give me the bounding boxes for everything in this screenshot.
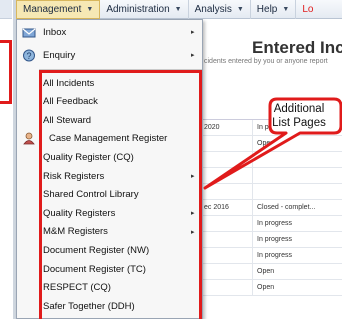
status-cell: Closed - complet... [252,199,342,216]
previous-screenshot-fragment [0,0,16,319]
menu-item-label: Enquiry [43,49,76,61]
status-cell [252,167,342,184]
status-cell: Open [252,279,342,296]
menu-help[interactable]: Help ▼ [251,0,297,19]
menu-management[interactable]: Management ▼ [16,0,101,19]
menu-item-enquiry[interactable]: ? Enquiry ▸ [17,46,202,64]
status-cell: In progress [252,247,342,264]
menu-administration-label: Administration [106,3,170,15]
submenu-arrow-icon: ▸ [191,52,195,59]
callout-line-1: Additional [273,103,325,115]
main-menubar: Management ▼ Administration ▼ Analysis ▼… [16,0,342,19]
menu-logout-label: Lo [302,3,314,15]
inbox-icon [22,28,36,37]
table-row[interactable]: In progress [202,231,342,248]
status-cell [252,151,342,168]
table-row[interactable]: In progress [202,215,342,232]
callout-line-2: List Pages [272,117,326,129]
application-window: Management ▼ Administration ▼ Analysis ▼… [16,0,342,319]
menu-item-label: Inbox [43,26,67,38]
chevron-down-icon: ▼ [86,5,94,13]
submenu-arrow-icon: ▸ [191,29,195,36]
date-cell: ec 2016 [204,204,229,211]
table-row[interactable]: Open [202,263,342,280]
menu-logout[interactable]: Lo [296,0,319,19]
menu-management-label: Management [23,3,82,15]
page-title: Entered Inci [252,38,342,57]
table-row[interactable]: Open [202,135,342,152]
highlight-box [39,70,202,319]
chevron-down-icon: ▼ [282,5,290,13]
screenshot-stage: Management ▼ Administration ▼ Analysis ▼… [0,0,342,319]
status-cell: Open [252,135,342,152]
menu-help-label: Help [256,3,278,15]
table-row[interactable]: Open [202,279,342,296]
menu-analysis-label: Analysis [194,3,232,15]
status-cell [252,183,342,200]
menu-administration[interactable]: Administration ▼ [100,0,189,19]
table-row[interactable] [202,151,342,168]
table-row[interactable] [202,167,342,184]
svg-text:?: ? [26,51,31,61]
table-row[interactable]: ec 2016 Closed - complet... [202,199,342,216]
fragment-highlight-box [0,40,12,104]
management-dropdown-menu: Inbox ▸ ? Enquiry ▸ All Incidents All Fee… [16,19,203,319]
date-cell: 2020 [204,124,220,131]
table-row[interactable] [202,183,342,200]
enquiry-icon: ? [23,49,35,61]
chevron-down-icon: ▼ [174,5,182,13]
menu-item-inbox[interactable]: Inbox ▸ [17,23,202,41]
status-cell: Open [252,263,342,280]
chevron-down-icon: ▼ [236,5,244,13]
incidents-table: 2020 In progress Open ec 2016 Closed - compl… [202,112,342,296]
status-cell: In progress [252,215,342,232]
table-row[interactable]: In progress [202,247,342,264]
fragment-menubar [0,0,12,19]
callout-text: Additional List Pages [264,102,334,130]
status-cell: In progress [252,231,342,248]
page-subtitle: cidents entered by you or anyone report [204,58,328,65]
menu-analysis[interactable]: Analysis ▼ [189,0,251,19]
person-icon [23,132,35,145]
table-body: 2020 In progress Open ec 2016 Closed - compl… [202,119,342,296]
